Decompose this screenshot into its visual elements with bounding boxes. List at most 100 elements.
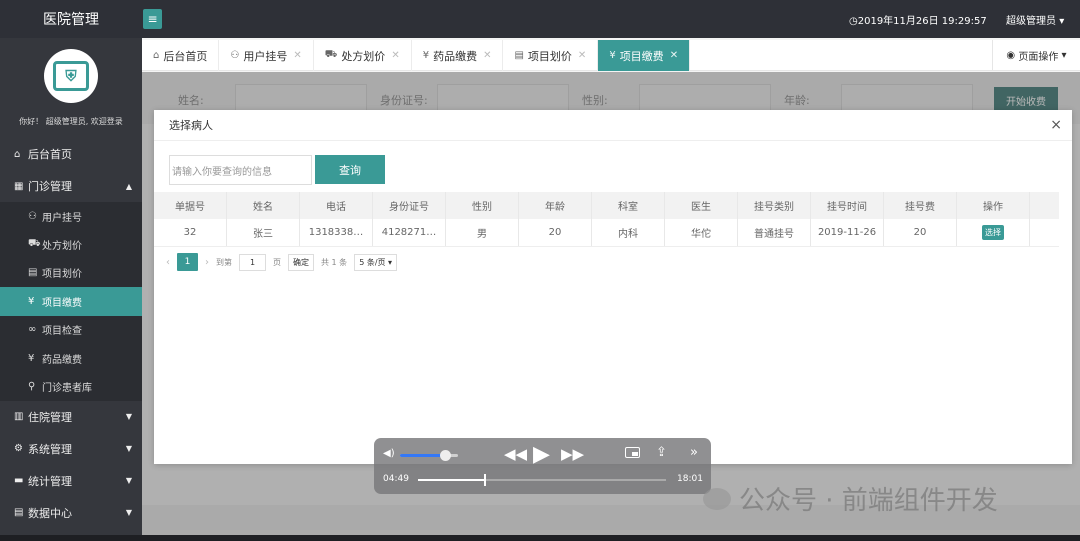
yen-icon: ¥ — [28, 295, 35, 307]
chevron-up-icon: ▲ — [125, 181, 132, 191]
column-header: 年龄 — [519, 192, 592, 219]
search-input[interactable]: 请输入你要查询的信息 — [169, 155, 312, 185]
menu-toggle-button[interactable]: ≡ — [143, 9, 162, 29]
table-cell: 32 — [154, 219, 227, 246]
volume-knob[interactable] — [440, 450, 452, 461]
column-header: 姓名 — [227, 192, 300, 219]
close-icon[interactable]: ✕ — [293, 50, 301, 61]
sidebar-item-outpatient[interactable]: ▦ 门诊管理 ▲ — [0, 170, 142, 202]
column-header: 性别 — [446, 192, 519, 219]
column-header: 身份证号 — [373, 192, 446, 219]
page-input[interactable]: 1 — [239, 253, 266, 271]
table-cell: 1318338… — [300, 219, 373, 246]
more-icon[interactable]: » — [690, 445, 698, 460]
close-icon[interactable]: ✕ — [670, 50, 678, 61]
tab-bar: ⌂ 后台首页 ⚇ 用户挂号 ✕ ⛟ 处方划价 ✕ ¥ 药品缴费 ✕ ▤ 项目划价 ✕ ¥ 项目缴费 ✕… — [142, 40, 1080, 71]
sidebar-item-item-pricing[interactable]: ▤ 项目划价 — [0, 259, 142, 287]
tab-home[interactable]: ⌂ 后台首页 — [142, 40, 220, 71]
column-header: 操作 — [957, 192, 1030, 219]
watermark-text: 公众号 · 前端组件开发 — [739, 486, 998, 516]
chevron-down-icon: ▼ — [125, 444, 132, 454]
page-operations-menu[interactable]: ◉ 页面操作 ▾ — [992, 40, 1080, 71]
tab-register[interactable]: ⚇ 用户挂号 ✕ — [219, 40, 314, 71]
page-size-select[interactable]: 5 条/页 ▾ — [354, 253, 398, 271]
cart-icon: ⛟ — [324, 49, 338, 60]
gear-icon: ⚙ — [14, 443, 23, 455]
play-icon[interactable]: ▶ — [533, 442, 550, 467]
watermark: 公众号 · 前端组件开发 — [703, 480, 998, 517]
column-header: 医生 — [665, 192, 738, 219]
share-icon[interactable]: ⇪ — [656, 445, 667, 460]
sidebar-item-label: 药品缴费 — [42, 354, 82, 366]
fast-forward-icon[interactable]: ▶▶ — [561, 445, 584, 463]
hospital-logo: ⛨ — [44, 49, 98, 103]
home-icon: ⌂ — [14, 148, 21, 160]
page-ops-label: 页面操作 — [1018, 52, 1059, 63]
column-header: 单据号 — [154, 192, 227, 219]
sidebar-item-drug-payment[interactable]: ¥ 药品缴费 — [0, 344, 142, 372]
table-header: 单据号 姓名 电话 身份证号 性别 年龄 科室 医生 挂号类别 挂号时间 挂号费… — [154, 192, 1059, 219]
table-row[interactable]: 32 张三 1318338… 4128271… 男 20 内科 华佗 普通挂号 … — [154, 219, 1059, 247]
tab-item-pricing[interactable]: ▤ 项目划价 ✕ — [503, 40, 599, 71]
tab-item-payment[interactable]: ¥ 项目缴费 ✕ — [598, 40, 691, 71]
sidebar-item-stats[interactable]: ▬ 统计管理 ▼ — [0, 465, 142, 497]
table-cell: 20 — [884, 219, 957, 246]
sidebar-item-data-center[interactable]: ▤ 数据中心 ▼ — [0, 497, 142, 529]
close-icon[interactable]: ✕ — [483, 50, 491, 61]
sidebar-item-home[interactable]: ⌂ 后台首页 — [0, 138, 142, 170]
sidebar-item-item-check[interactable]: ∞ 项目检查 — [0, 316, 142, 344]
yen-icon: ¥ — [28, 352, 35, 364]
table-cell: 20 — [519, 219, 592, 246]
chevron-left-icon[interactable]: ‹ — [166, 257, 170, 268]
clock-text: 2019年11月26日 19:29:57 — [857, 16, 987, 27]
chevron-down-icon: ▼ — [125, 476, 132, 486]
sidebar-item-label: 系统管理 — [28, 442, 72, 456]
sidebar-item-system[interactable]: ⚙ 系统管理 ▼ — [0, 433, 142, 465]
sidebar-item-item-payment[interactable]: ¥ 项目缴费 — [0, 287, 142, 316]
table-cell: 普通挂号 — [738, 219, 811, 246]
column-header: 科室 — [592, 192, 665, 219]
sidebar-item-patient-library[interactable]: ⚲ 门诊患者库 — [0, 372, 142, 400]
search-button[interactable]: 查询 — [315, 155, 385, 184]
picture-in-picture-icon[interactable] — [625, 447, 640, 458]
yen-icon: ¥ — [609, 50, 616, 61]
confirm-page-button[interactable]: 确定 — [288, 253, 314, 271]
table-cell: 4128271… — [373, 219, 446, 246]
table-cell: 2019-11-26 — [811, 219, 884, 246]
welcome-text: 你好！ 超级管理员, 欢迎登录 — [19, 117, 123, 126]
hospital-logo-icon: ⛨ — [53, 61, 89, 91]
sidebar-item-label: 门诊患者库 — [42, 383, 92, 395]
sidebar-item-inpatient[interactable]: ▥ 住院管理 ▼ — [0, 401, 142, 433]
sidebar-item-label: 门诊管理 — [28, 180, 72, 193]
document-icon: ▤ — [14, 507, 24, 519]
close-icon[interactable]: × — [1050, 117, 1062, 133]
link-icon: ∞ — [28, 324, 37, 336]
chevron-right-icon[interactable]: › — [205, 257, 209, 268]
volume-icon[interactable]: ◀) — [383, 448, 395, 459]
progress-bar[interactable] — [418, 474, 666, 486]
pagination: ‹ 1 › 到第 1 页 确定 共 1 条 5 条/页 ▾ — [166, 252, 404, 272]
current-time: 04:49 — [383, 474, 409, 484]
goto-label: 到第 — [216, 257, 232, 267]
tab-prescription[interactable]: ⛟ 处方划价 ✕ — [314, 40, 412, 71]
close-icon[interactable]: ✕ — [578, 50, 586, 61]
tab-label: 项目缴费 — [619, 49, 664, 63]
sidebar-item-label: 项目划价 — [42, 269, 82, 281]
progress-knob[interactable] — [484, 474, 487, 486]
table-cell: 男 — [446, 219, 519, 246]
scrollbar-gutter — [1030, 219, 1059, 246]
sidebar-item-register[interactable]: ⚇ 用户挂号 — [0, 202, 142, 230]
page-current[interactable]: 1 — [177, 253, 198, 271]
sidebar-item-prescription[interactable]: ⛟ 处方划价 — [0, 230, 142, 258]
file-icon: ▤ — [28, 267, 38, 279]
target-icon: ◉ — [1006, 50, 1016, 61]
chevron-down-icon: ▾ — [1061, 50, 1067, 61]
close-icon[interactable]: ✕ — [391, 50, 399, 61]
rewind-icon[interactable]: ◀◀ — [504, 445, 527, 463]
user-menu[interactable]: 超级管理员 ▾ — [1006, 12, 1064, 27]
column-header: 电话 — [300, 192, 373, 219]
tab-drug-payment[interactable]: ¥ 药品缴费 ✕ — [412, 40, 504, 71]
scrollbar-gutter — [1030, 192, 1059, 219]
volume-slider[interactable] — [400, 450, 458, 461]
select-button[interactable]: 选择 — [982, 225, 1004, 240]
